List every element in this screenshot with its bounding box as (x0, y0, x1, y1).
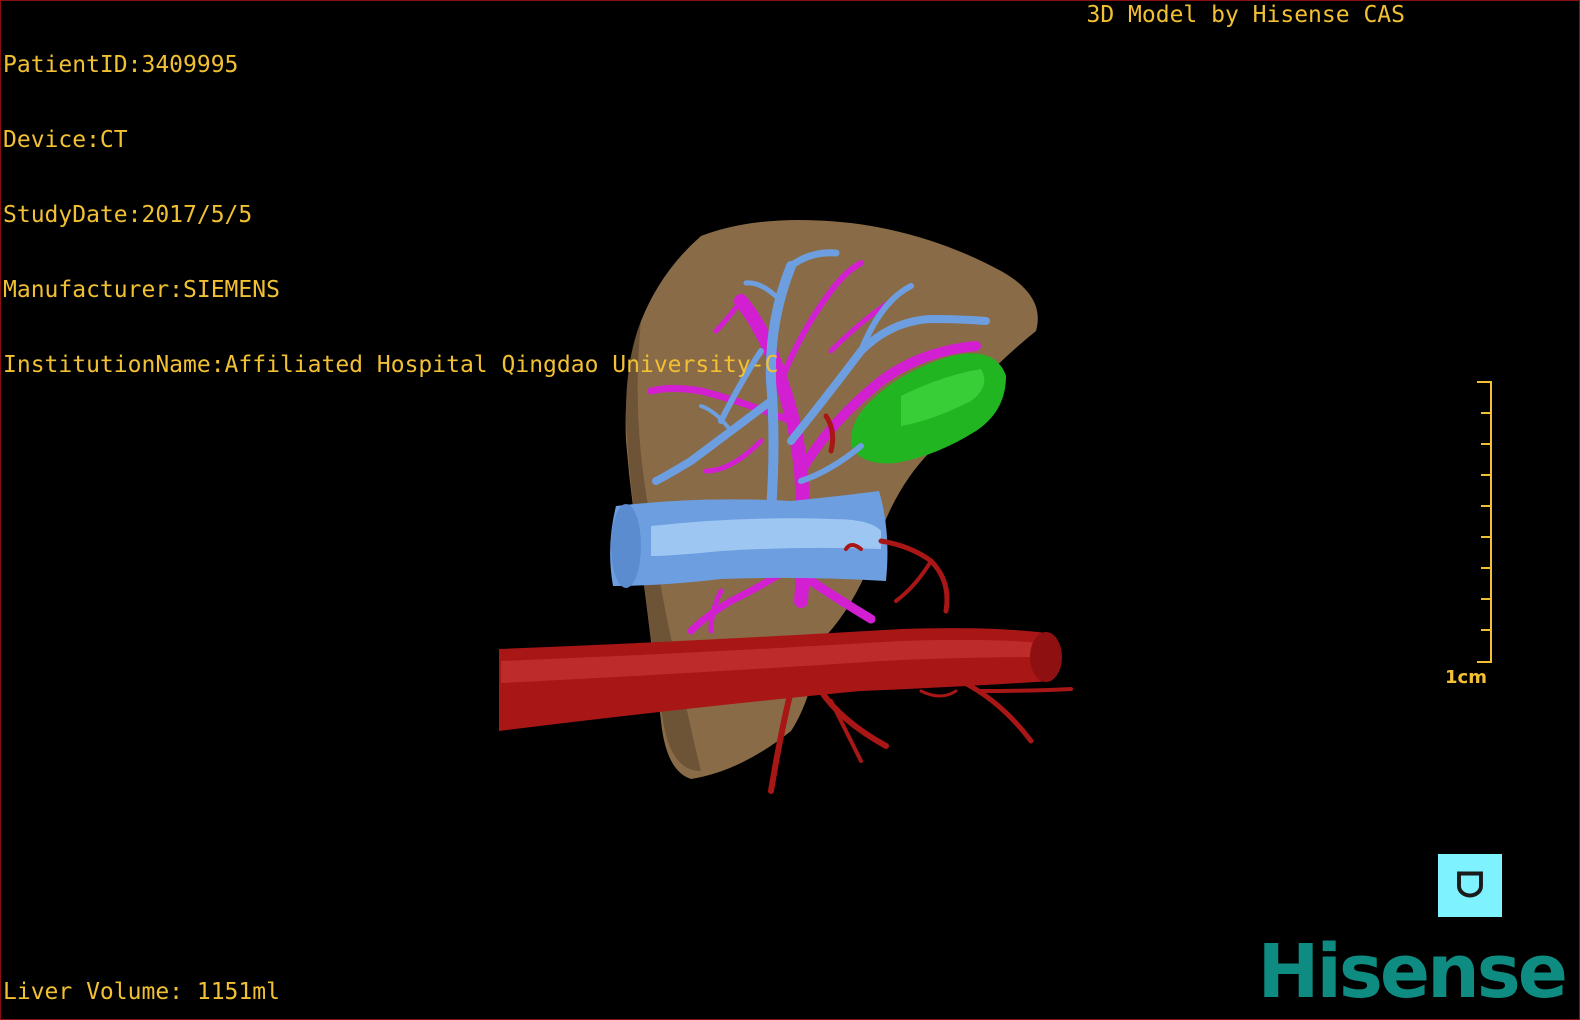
3d-viewport[interactable]: PatientID:3409995 Device:CT StudyDate:20… (0, 0, 1580, 1020)
manufacturer: Manufacturer:SIEMENS (3, 277, 280, 303)
ivc-end (611, 504, 641, 588)
device: Device:CT (3, 127, 128, 153)
patient-id: PatientID:3409995 (3, 52, 239, 78)
liver-volume: Liver Volume: 1151ml (3, 979, 280, 1005)
aorta-end (1030, 632, 1062, 682)
orientation-marker-icon[interactable]: ᗜ (1438, 854, 1502, 917)
hisense-logo: Hisense (1257, 929, 1568, 1015)
dicom-info-overlay: PatientID:3409995 Device:CT StudyDate:20… (3, 3, 778, 428)
institution-name: InstitutionName:Affiliated Hospital Qing… (3, 352, 779, 378)
study-date: StudyDate:2017/5/5 (3, 202, 253, 228)
model-credit: 3D Model by Hisense CAS (1086, 2, 1406, 28)
scale-bar (1477, 381, 1492, 663)
orientation-glyph: ᗜ (1455, 865, 1485, 906)
scale-bar-label: 1cm (1445, 667, 1487, 688)
